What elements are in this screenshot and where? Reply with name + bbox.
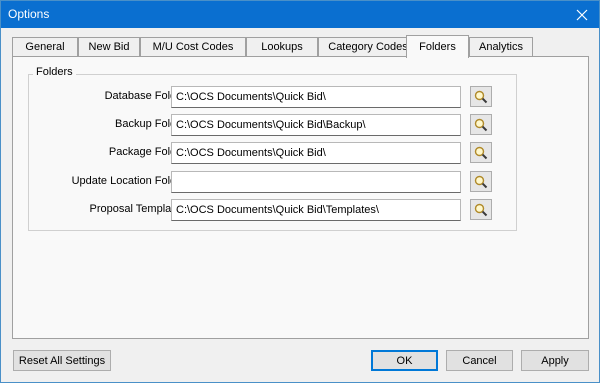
database-folder-input[interactable]: C:\OCS Documents\Quick Bid\ <box>171 86 461 108</box>
tab-strip: General New Bid M/U Cost Codes Lookups C… <box>12 35 592 58</box>
tab-mu-cost-codes[interactable]: M/U Cost Codes <box>140 37 246 56</box>
update-location-folder-input[interactable] <box>171 171 461 193</box>
backup-folder-row: Backup Folder: C:\OCS Documents\Quick Bi… <box>29 114 518 136</box>
close-icon <box>576 9 588 20</box>
package-folder-input[interactable]: C:\OCS Documents\Quick Bid\ <box>171 142 461 164</box>
folders-groupbox: Folders Database Folder: C:\OCS Document… <box>28 66 518 231</box>
tab-category-codes[interactable]: Category Codes <box>318 37 418 56</box>
tab-folders[interactable]: Folders <box>406 35 469 58</box>
update-location-folder-browse-button[interactable] <box>470 171 492 192</box>
database-folder-row: Database Folder: C:\OCS Documents\Quick … <box>29 86 518 108</box>
reset-all-settings-button[interactable]: Reset All Settings <box>13 350 111 371</box>
tab-new-bid[interactable]: New Bid <box>78 37 140 56</box>
package-folder-row: Package Folder: C:\OCS Documents\Quick B… <box>29 142 518 164</box>
update-location-folder-row: Update Location Folder: <box>29 171 518 193</box>
tab-analytics[interactable]: Analytics <box>469 37 533 56</box>
magnifier-icon <box>474 175 488 188</box>
cancel-button[interactable]: Cancel <box>446 350 513 371</box>
magnifier-icon <box>474 203 488 216</box>
proposal-templates-input[interactable]: C:\OCS Documents\Quick Bid\Templates\ <box>171 199 461 221</box>
folders-group-legend: Folders <box>33 66 76 78</box>
tab-general[interactable]: General <box>12 37 78 56</box>
proposal-templates-row: Proposal Templates: C:\OCS Documents\Qui… <box>29 199 518 221</box>
proposal-templates-browse-button[interactable] <box>470 199 492 220</box>
window-title: Options <box>8 7 50 21</box>
magnifier-icon <box>474 90 488 103</box>
backup-folder-input[interactable]: C:\OCS Documents\Quick Bid\Backup\ <box>171 114 461 136</box>
ok-button[interactable]: OK <box>371 350 438 371</box>
folders-tab-panel: Folders Database Folder: C:\OCS Document… <box>12 56 589 339</box>
backup-folder-browse-button[interactable] <box>470 114 492 135</box>
magnifier-icon <box>474 118 488 131</box>
close-button[interactable] <box>565 1 599 28</box>
magnifier-icon <box>474 146 488 159</box>
title-bar: Options <box>1 1 599 28</box>
package-folder-browse-button[interactable] <box>470 142 492 163</box>
options-dialog: Options General New Bid M/U Cost Codes L… <box>0 0 600 383</box>
database-folder-browse-button[interactable] <box>470 86 492 107</box>
tab-lookups[interactable]: Lookups <box>246 37 318 56</box>
apply-button[interactable]: Apply <box>521 350 589 371</box>
